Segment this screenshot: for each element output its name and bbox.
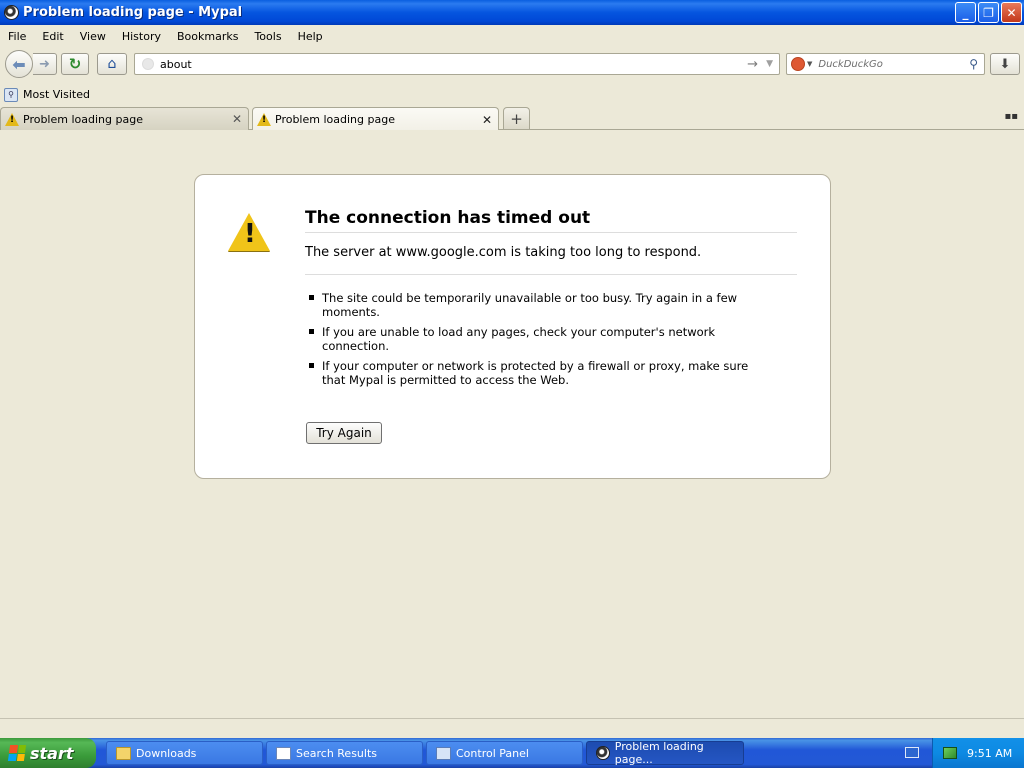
plus-icon: + — [510, 109, 523, 128]
mypal-app-icon[interactable] — [4, 5, 19, 20]
minimize-button[interactable]: _ — [955, 2, 976, 23]
most-visited-icon: ⚲ — [4, 87, 18, 102]
tab-list-icon[interactable]: ▪▪ — [1004, 111, 1018, 122]
tab-strip: Problem loading page ✕ Problem loading p… — [0, 105, 1024, 131]
menu-view[interactable]: View — [72, 30, 114, 43]
back-button[interactable]: ⬅ — [5, 50, 33, 78]
taskbar-item-downloads[interactable]: Downloads — [106, 741, 263, 765]
tab-close-icon[interactable]: ✕ — [232, 112, 242, 126]
menu-help[interactable]: Help — [290, 30, 331, 43]
home-button[interactable]: ⌂ — [97, 53, 127, 75]
forward-button[interactable]: ➜ — [33, 53, 57, 75]
page-content: The connection has timed out The server … — [0, 130, 1024, 718]
error-title: The connection has timed out — [305, 208, 797, 233]
keyboard-icon[interactable] — [905, 747, 919, 758]
search-input[interactable] — [818, 58, 970, 70]
warning-icon — [228, 213, 270, 251]
status-bar — [0, 718, 1024, 739]
windows-logo-icon — [7, 745, 27, 761]
window-controls: _ ❐ ✕ — [955, 2, 1022, 23]
error-suggestions-list: The site could be temporarily unavailabl… — [305, 291, 765, 393]
download-arrow-icon: ⬇ — [999, 56, 1011, 72]
clock[interactable]: 9:51 AM — [967, 747, 1012, 760]
taskbar-item-label: Problem loading page... — [614, 740, 704, 766]
tab-problem-loading-2[interactable]: Problem loading page ✕ — [252, 107, 499, 131]
address-text[interactable]: about — [160, 58, 747, 71]
error-description: The server at www.google.com is taking t… — [305, 245, 797, 275]
restore-button[interactable]: ❐ — [978, 2, 999, 23]
menu-bookmarks[interactable]: Bookmarks — [169, 30, 246, 43]
warning-icon — [257, 113, 271, 126]
taskbar-item-label: Search Results — [296, 746, 378, 760]
site-identity-icon[interactable] — [142, 58, 154, 70]
close-button[interactable]: ✕ — [1001, 2, 1022, 23]
reload-icon: ↻ — [68, 55, 82, 73]
window-title: Problem loading page - Mypal — [23, 5, 243, 20]
tab-problem-loading-1[interactable]: Problem loading page ✕ — [0, 107, 249, 130]
url-history-dropdown-icon[interactable]: ▼ — [766, 59, 773, 69]
folder-icon — [116, 746, 131, 760]
navigation-toolbar: ➜ ⬅ ↻ ⌂ about → ▼ ▼ ⚲ ⬇ — [0, 47, 1024, 83]
list-item: The site could be temporarily unavailabl… — [305, 291, 765, 319]
network-icon[interactable] — [943, 747, 957, 759]
arrow-right-icon: ➜ — [39, 56, 50, 72]
warning-icon — [5, 112, 19, 126]
downloads-button[interactable]: ⬇ — [990, 53, 1020, 75]
start-label: start — [30, 743, 74, 763]
title-bar: Problem loading page - Mypal _ ❐ ✕ — [0, 0, 1024, 25]
new-tab-button[interactable]: + — [503, 107, 530, 129]
menu-edit[interactable]: Edit — [34, 30, 71, 43]
taskbar-item-label: Control Panel — [456, 746, 529, 760]
taskbar-item-mypal[interactable]: Problem loading page... — [586, 740, 744, 766]
bookmarks-toolbar: ⚲ Most Visited — [0, 84, 1024, 105]
taskbar-item-label: Downloads — [136, 746, 197, 760]
tab-label: Problem loading page — [23, 112, 143, 126]
duckduckgo-icon[interactable] — [791, 57, 805, 71]
arrow-left-icon: ⬅ — [12, 54, 26, 74]
menu-history[interactable]: History — [114, 30, 169, 43]
list-item: If you are unable to load any pages, che… — [305, 325, 765, 353]
search-results-icon — [276, 746, 291, 760]
taskbar-item-control-panel[interactable]: Control Panel — [426, 741, 583, 765]
error-page-container: The connection has timed out The server … — [194, 174, 831, 479]
start-button[interactable]: start — [0, 738, 96, 768]
search-icon[interactable]: ⚲ — [969, 57, 978, 71]
taskbar-item-search-results[interactable]: Search Results — [266, 741, 423, 765]
try-again-button[interactable]: Try Again — [306, 422, 382, 444]
menu-tools[interactable]: Tools — [246, 30, 289, 43]
list-item: If your computer or network is protected… — [305, 359, 765, 387]
menu-file[interactable]: File — [0, 30, 34, 43]
mypal-icon — [596, 746, 610, 760]
home-icon: ⌂ — [107, 56, 117, 72]
search-bar[interactable]: ▼ ⚲ — [786, 53, 985, 75]
windows-taskbar: start Downloads Search Results Control P… — [0, 738, 1024, 768]
address-bar[interactable]: about → ▼ — [134, 53, 780, 75]
control-panel-icon — [436, 746, 451, 760]
search-engine-dropdown-icon[interactable]: ▼ — [807, 60, 812, 68]
bookmark-most-visited[interactable]: Most Visited — [23, 88, 90, 101]
reload-button[interactable]: ↻ — [61, 53, 89, 75]
tab-label: Problem loading page — [275, 113, 395, 126]
tab-close-icon[interactable]: ✕ — [482, 113, 492, 127]
system-tray: 9:51 AM — [932, 738, 1024, 768]
menu-bar: File Edit View History Bookmarks Tools H… — [0, 25, 1024, 47]
go-arrow-icon[interactable]: → — [747, 57, 758, 72]
